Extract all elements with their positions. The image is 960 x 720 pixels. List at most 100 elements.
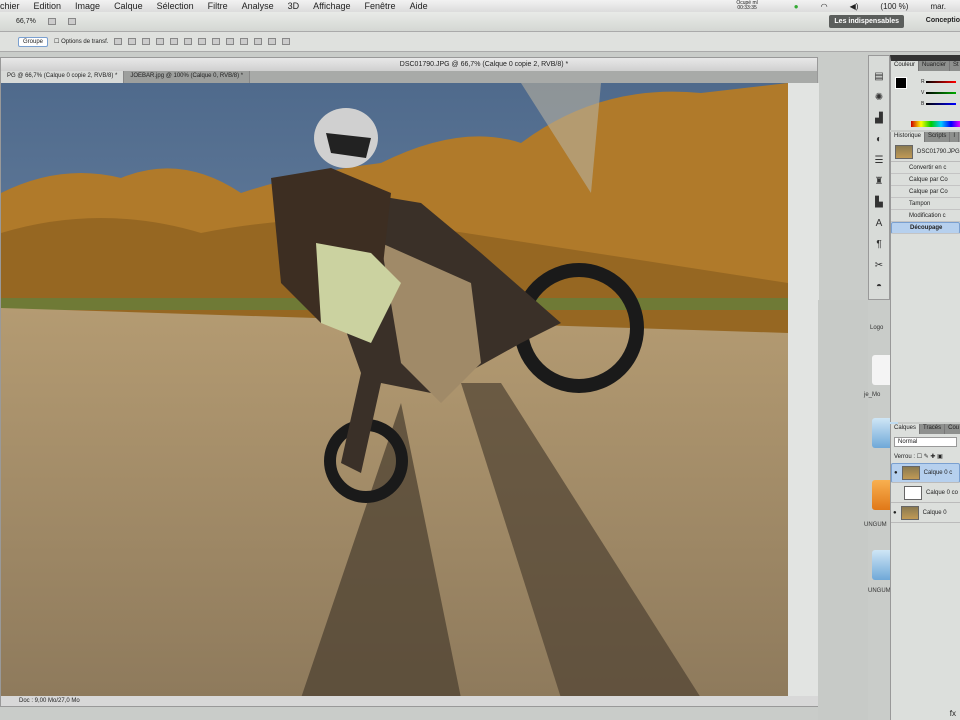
tab-scripts[interactable]: Scripts — [925, 132, 951, 142]
menu-edition[interactable]: Edition — [34, 1, 62, 11]
visibility-eye-icon[interactable]: ● — [893, 510, 897, 516]
layer-row[interactable]: ● Calque 0 — [891, 503, 960, 523]
histogram-icon[interactable]: ▟ — [875, 113, 883, 124]
distribute-icon[interactable] — [240, 38, 249, 45]
layer-row-selected[interactable]: ● Calque 0 c — [891, 463, 960, 483]
brushes-icon[interactable]: ☰ — [875, 155, 884, 166]
character-icon[interactable]: A — [876, 218, 883, 229]
visibility-eye-icon[interactable]: ● — [894, 470, 898, 476]
menu-aide[interactable]: Aide — [410, 1, 428, 11]
desktop-area: Logo je_Mo UNGUM UNGUM — [818, 300, 898, 720]
menu-selection[interactable]: Sélection — [157, 1, 194, 11]
status-dot-icon[interactable]: ● — [794, 2, 799, 11]
tab-nuancier[interactable]: Nuancier — [919, 61, 951, 71]
history-item[interactable]: Convertir en c — [891, 162, 960, 174]
foreground-color-swatch[interactable] — [895, 77, 907, 89]
menu-3d[interactable]: 3D — [288, 1, 300, 11]
distribute-icon[interactable] — [268, 38, 277, 45]
view-extras-icon[interactable] — [47, 18, 56, 25]
tab-couleur[interactable]: Couleur — [891, 61, 920, 71]
arrange-documents-icon[interactable] — [67, 18, 76, 25]
tools-icon[interactable]: ✂ — [875, 260, 883, 271]
menu-fenetre[interactable]: Fenêtre — [365, 1, 396, 11]
layer-style-icon[interactable]: fx — [950, 709, 956, 718]
image-canvas[interactable] — [1, 83, 788, 698]
lock-label: Verrou : — [894, 454, 916, 460]
menu-bar: chier Edition Image Calque Sélection Fil… — [0, 0, 960, 12]
workspace-design-button[interactable]: Conceptio — [926, 17, 960, 24]
layer-name[interactable]: Calque 0 co — [926, 490, 958, 496]
menu-filtre[interactable]: Filtre — [208, 1, 228, 11]
layer-thumbnail — [904, 485, 922, 500]
menu-image[interactable]: Image — [75, 1, 100, 11]
tab-dsc01790[interactable]: PG @ 66,7% (Calque 0 copie 2, RVB/8) * — [1, 71, 125, 83]
align-middle-icon[interactable] — [128, 38, 137, 45]
snapshot-thumbnail — [895, 144, 913, 159]
user-menu[interactable]: mar. — [930, 2, 946, 11]
styles-icon[interactable]: ◓ — [876, 281, 882, 292]
desktop-label: UNGUM — [864, 522, 887, 528]
color-panel: Couleur Nuancier St R V B — [890, 55, 960, 130]
history-snapshot[interactable]: DSC01790.JPG — [891, 142, 960, 162]
mini-bridge-icon[interactable]: ▤ — [874, 71, 883, 82]
battery-status[interactable]: (100 %) — [880, 2, 908, 11]
align-center-icon[interactable] — [170, 38, 179, 45]
document-tabs: PG @ 66,7% (Calque 0 copie 2, RVB/8) * J… — [1, 71, 817, 83]
paragraph-icon[interactable]: ¶ — [876, 239, 881, 250]
tool-presets-icon[interactable]: ▙ — [875, 197, 883, 208]
tab-traces[interactable]: Tracés — [920, 424, 946, 434]
workspace-essentials-button[interactable]: Les indispensables — [829, 15, 904, 28]
distribute-icon[interactable] — [198, 38, 207, 45]
clone-source-icon[interactable]: ♜ — [875, 176, 884, 187]
transform-controls-checkbox[interactable]: ☐ Options de transf. — [54, 38, 108, 45]
snapshot-label: DSC01790.JPG — [917, 148, 960, 155]
slider-v-label: V — [921, 90, 925, 96]
wifi-icon[interactable]: ◠ — [821, 2, 828, 11]
volume-icon[interactable]: ◀) — [850, 2, 859, 11]
layer-name[interactable]: Calque 0 c — [924, 470, 953, 476]
history-item[interactable]: Calque par Co — [891, 174, 960, 186]
align-bottom-icon[interactable] — [142, 38, 151, 45]
adjustments-icon[interactable]: ✺ — [875, 92, 883, 103]
history-item-selected[interactable]: Découpage — [891, 222, 960, 234]
history-panel: Historique Scripts I DSC01790.JPG Converti… — [890, 132, 960, 422]
tab-historique[interactable]: Historique — [891, 132, 926, 142]
auto-select-dropdown[interactable]: Groupe — [18, 36, 49, 47]
info-icon[interactable]: ◐ — [876, 134, 882, 145]
align-top-icon[interactable] — [114, 38, 123, 45]
slider-b-label: B — [921, 101, 925, 107]
color-ramp[interactable] — [911, 121, 960, 127]
menu-calque[interactable]: Calque — [114, 1, 143, 11]
tab-other[interactable]: I — [950, 132, 960, 142]
clock-bottom: 00:33:35 — [737, 5, 757, 11]
tab-calques[interactable]: Calques — [891, 424, 921, 434]
tab-joebar[interactable]: JOEBAR.jpg @ 100% (Calque 0, RVB/8) * — [124, 71, 251, 83]
tab-styles[interactable]: St — [950, 61, 960, 71]
align-left-icon[interactable] — [156, 38, 165, 45]
layer-row[interactable]: Calque 0 co — [891, 483, 960, 503]
distribute-icon[interactable] — [226, 38, 235, 45]
layer-thumbnail — [900, 505, 919, 520]
clock: Ocupé ml 00:33:35 — [736, 1, 771, 11]
transform-controls-label: Options de transf. — [61, 39, 109, 45]
zoom-select[interactable]: 66,7% — [16, 18, 36, 25]
lock-icons[interactable]: ☐ ✎ ✚ ▣ — [917, 454, 943, 460]
history-item[interactable]: Tampon — [891, 198, 960, 210]
align-right-icon[interactable] — [184, 38, 193, 45]
layer-name[interactable]: Calque 0 — [923, 510, 947, 516]
layer-thumbnail — [901, 466, 920, 480]
document-title: DSC01790.JPG @ 66,7% (Calque 0 copie 2, … — [1, 58, 817, 71]
menu-affichage[interactable]: Affichage — [313, 1, 350, 11]
color-sliders[interactable]: R V B — [921, 77, 957, 110]
history-item[interactable]: Modification c — [891, 210, 960, 222]
menu-fichier[interactable]: chier — [0, 1, 20, 11]
photo-motocross-wheelie — [1, 83, 788, 698]
blend-mode-select[interactable]: Normal — [894, 437, 957, 447]
auto-align-icon[interactable] — [282, 38, 291, 45]
history-item[interactable]: Calque par Co — [891, 186, 960, 198]
menu-analyse[interactable]: Analyse — [242, 1, 274, 11]
distribute-icon[interactable] — [212, 38, 221, 45]
tab-couches[interactable]: Cou — [945, 424, 960, 434]
desktop-label: UNGUM — [868, 588, 891, 594]
distribute-icon[interactable] — [254, 38, 263, 45]
